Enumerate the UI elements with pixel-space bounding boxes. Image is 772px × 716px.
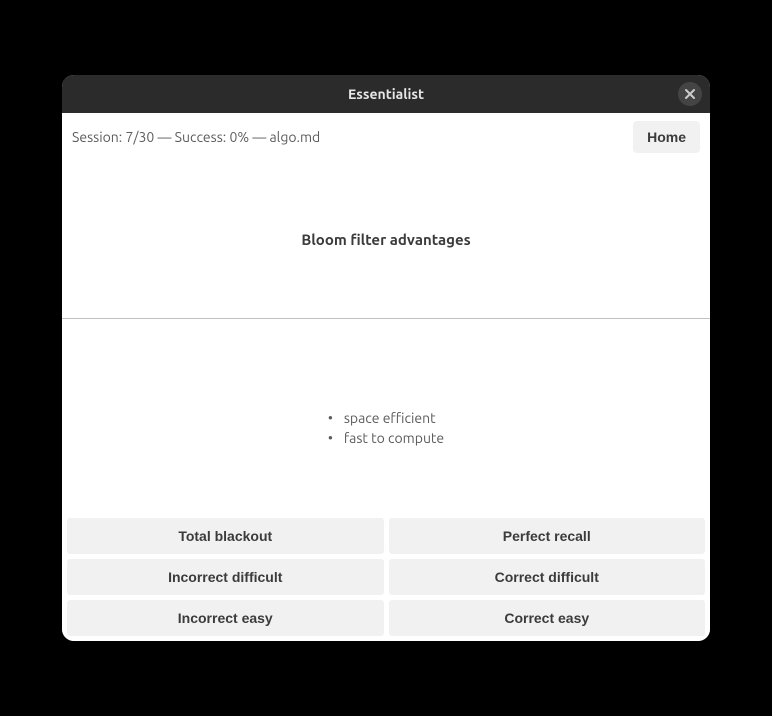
correct-easy-button[interactable]: Correct easy <box>389 600 706 636</box>
rating-buttons: Total blackout Perfect recall Incorrect … <box>62 518 710 641</box>
answer-list: space efficient fast to compute <box>328 409 444 448</box>
app-window: Essentialist Session: 7/30 — Success: 0%… <box>62 75 710 641</box>
close-icon <box>684 88 696 100</box>
question-area: Bloom filter advantages <box>62 161 710 318</box>
total-blackout-button[interactable]: Total blackout <box>67 518 384 554</box>
incorrect-easy-button[interactable]: Incorrect easy <box>67 600 384 636</box>
correct-difficult-button[interactable]: Correct difficult <box>389 559 706 595</box>
app-title: Essentialist <box>348 86 424 102</box>
list-item: fast to compute <box>328 429 444 449</box>
topbar: Session: 7/30 — Success: 0% — algo.md Ho… <box>62 113 710 161</box>
close-button[interactable] <box>678 82 702 106</box>
answer-area: space efficient fast to compute <box>62 319 710 518</box>
content-area: Session: 7/30 — Success: 0% — algo.md Ho… <box>62 113 710 641</box>
titlebar: Essentialist <box>62 75 710 113</box>
home-button[interactable]: Home <box>633 121 700 153</box>
question-title: Bloom filter advantages <box>82 231 690 248</box>
session-status: Session: 7/30 — Success: 0% — algo.md <box>72 129 320 145</box>
perfect-recall-button[interactable]: Perfect recall <box>389 518 706 554</box>
list-item: space efficient <box>328 409 444 429</box>
incorrect-difficult-button[interactable]: Incorrect difficult <box>67 559 384 595</box>
